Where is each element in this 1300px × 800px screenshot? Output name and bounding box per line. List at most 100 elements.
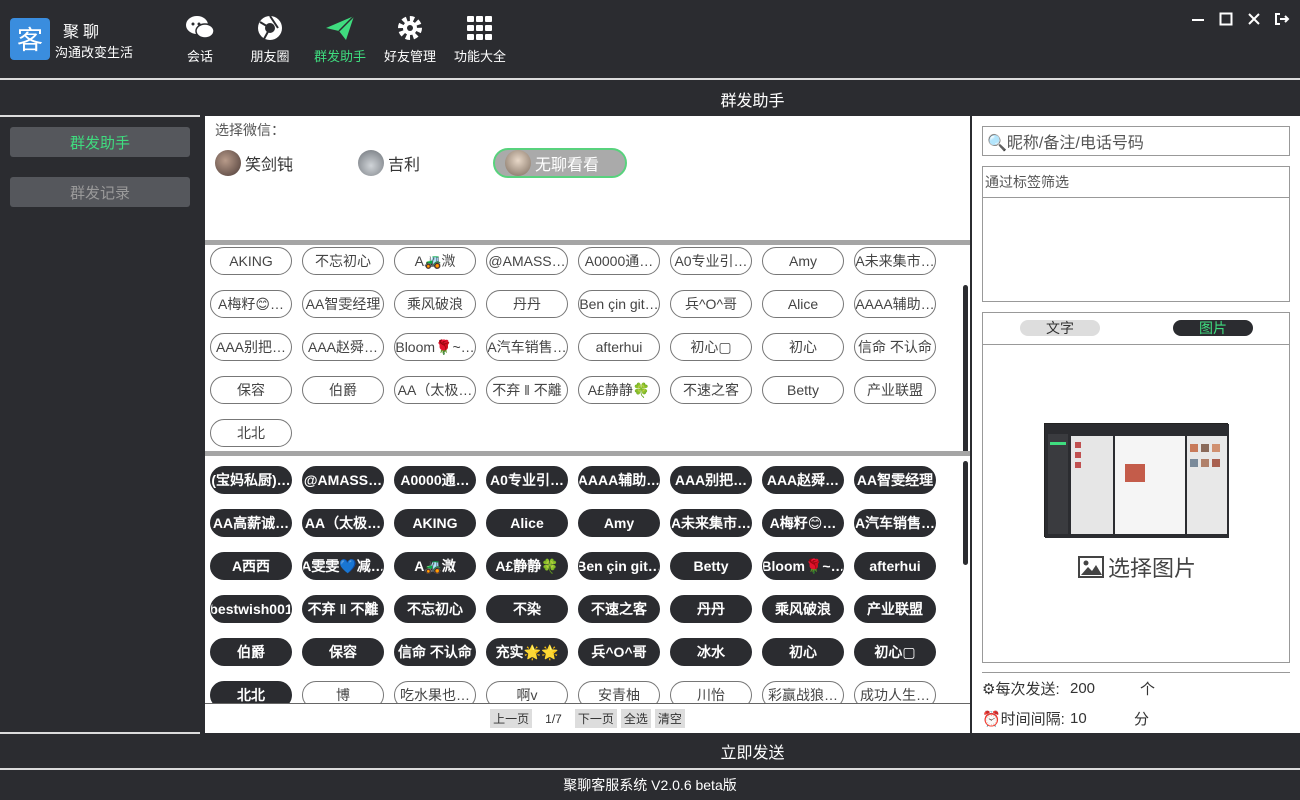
close-icon[interactable] [1246, 10, 1262, 28]
tag-filter-box[interactable]: 通过标签筛选 [982, 166, 1290, 302]
group-chip[interactable]: Amy [762, 247, 844, 275]
choose-image-button[interactable]: 选择图片 [983, 551, 1291, 583]
minimize-icon[interactable] [1190, 10, 1206, 28]
nav-features[interactable]: 功能大全 [445, 14, 515, 65]
group-chip[interactable]: Bloom🌹~… [394, 333, 476, 361]
group-chip[interactable]: AA（太极… [302, 509, 384, 537]
group-chip[interactable]: A🚜溦 [394, 552, 476, 580]
group-chip[interactable]: A雯雯💙减… [302, 552, 384, 580]
group-chip[interactable]: 不速之客 [670, 376, 752, 404]
group-chip[interactable]: Bloom🌹~… [762, 552, 844, 580]
group-chip[interactable]: 不速之客 [578, 595, 660, 623]
group-chip[interactable]: Alice [762, 290, 844, 318]
select-all-button[interactable]: 全选 [620, 709, 651, 728]
group-chip[interactable]: 初心▢ [670, 333, 752, 361]
group-chip[interactable]: 丹丹 [670, 595, 752, 623]
group-chip[interactable]: 初心 [762, 638, 844, 666]
group-chip[interactable]: bestwish001 [210, 595, 292, 623]
group-chip[interactable]: AA智雯经理 [302, 290, 384, 318]
group-chip[interactable]: A西西 [210, 552, 292, 580]
group-chip[interactable]: @AMASS… [486, 247, 568, 275]
group-chip[interactable]: Betty [762, 376, 844, 404]
per-send-input[interactable]: 200 [1070, 680, 1140, 697]
group-chip[interactable]: 保容 [302, 638, 384, 666]
group-chip[interactable]: AAA别把… [670, 466, 752, 494]
group-chip[interactable]: 信命 不认命 [394, 638, 476, 666]
group-chip[interactable]: Betty [670, 552, 752, 580]
group-chip[interactable]: A未来集市… [670, 509, 752, 537]
group-chip[interactable]: AAAA辅助… [578, 466, 660, 494]
group-chip[interactable]: Ben çin git… [578, 290, 660, 318]
group-chip[interactable]: @AMASS… [302, 466, 384, 494]
clear-button[interactable]: 清空 [654, 709, 685, 728]
group-chip[interactable]: A£静静🍀 [486, 552, 568, 580]
group-chip[interactable]: 成功人生… [854, 681, 936, 703]
group-chip[interactable]: 不弃 ‖ 不離 [302, 595, 384, 623]
group-chip[interactable]: Amy [578, 509, 660, 537]
group-chip[interactable]: A梅籽😊… [762, 509, 844, 537]
group-chip[interactable]: AKING [210, 247, 292, 275]
tab-text[interactable]: 文字 [1020, 320, 1100, 336]
group-chip[interactable]: 乘风破浪 [762, 595, 844, 623]
group-chip[interactable]: 吃水果也… [394, 681, 476, 703]
scrollbar[interactable] [963, 461, 968, 565]
group-chip[interactable]: A🚜溦 [394, 247, 476, 275]
group-chip[interactable]: 乘风破浪 [394, 290, 476, 318]
group-chip[interactable]: 博 [302, 681, 384, 703]
group-chip[interactable]: AAAA辅助… [854, 290, 936, 318]
group-chip[interactable]: 保容 [210, 376, 292, 404]
group-chip[interactable]: 啊v [486, 681, 568, 703]
send-now-button[interactable]: 立即发送 [205, 733, 1300, 768]
group-chip[interactable]: Ben çin git… [578, 552, 660, 580]
group-chip[interactable]: 初心▢ [854, 638, 936, 666]
group-chip[interactable]: AA（太极… [394, 376, 476, 404]
nav-friends[interactable]: 好友管理 [375, 14, 445, 65]
group-chip[interactable]: 产业联盟 [854, 595, 936, 623]
next-page-button[interactable]: 下一页 [574, 709, 617, 728]
sidebar-item-broadcast[interactable]: 群发助手 [10, 127, 190, 157]
group-chip[interactable]: A未来集市… [854, 247, 936, 275]
logout-icon[interactable] [1274, 10, 1290, 28]
group-chip[interactable]: A汽车销售… [486, 333, 568, 361]
group-chip[interactable]: 兵^O^哥 [670, 290, 752, 318]
group-chip[interactable]: 不染 [486, 595, 568, 623]
group-chip[interactable]: AKING [394, 509, 476, 537]
group-chip[interactable]: 川怡 [670, 681, 752, 703]
group-chip[interactable]: 冰水 [670, 638, 752, 666]
group-chip[interactable]: 丹丹 [486, 290, 568, 318]
group-chip[interactable]: 兵^O^哥 [578, 638, 660, 666]
group-chip[interactable]: 产业联盟 [854, 376, 936, 404]
group-chip[interactable]: 信命 不认命 [854, 333, 936, 361]
group-chip[interactable]: AA智雯经理 [854, 466, 936, 494]
group-chip[interactable]: 不忘初心 [394, 595, 476, 623]
sidebar-item-history[interactable]: 群发记录 [10, 177, 190, 207]
group-chip[interactable]: A0专业引… [670, 247, 752, 275]
group-chip[interactable]: (宝妈私厨)… [210, 466, 292, 494]
group-chip[interactable]: AA高薪诚… [210, 509, 292, 537]
group-chip[interactable]: AAA赵舜… [762, 466, 844, 494]
scrollbar[interactable] [963, 285, 968, 451]
nav-moments[interactable]: 朋友圈 [235, 14, 305, 65]
group-chip[interactable]: 初心 [762, 333, 844, 361]
maximize-icon[interactable] [1218, 10, 1234, 28]
group-chip[interactable]: A£静静🍀 [578, 376, 660, 404]
group-chip[interactable]: A汽车销售… [854, 509, 936, 537]
search-input[interactable]: 🔍昵称/备注/电话号码 [982, 126, 1290, 156]
group-chip[interactable]: 彩赢战狼… [762, 681, 844, 703]
group-chip[interactable]: 不忘初心 [302, 247, 384, 275]
group-chip[interactable]: afterhui [854, 552, 936, 580]
group-chip[interactable]: A0000通… [394, 466, 476, 494]
group-chip[interactable]: 北北 [210, 419, 292, 447]
group-chip[interactable]: 充实🌟🌟 [486, 638, 568, 666]
group-chip[interactable]: 伯爵 [210, 638, 292, 666]
group-chip[interactable]: 安青柚 [578, 681, 660, 703]
group-chip[interactable]: A0专业引… [486, 466, 568, 494]
prev-page-button[interactable]: 上一页 [490, 709, 533, 728]
wechat-account[interactable]: 吉利 [348, 148, 428, 178]
wechat-account-selected[interactable]: 无聊看看 [493, 148, 627, 178]
group-chip[interactable]: AAA别把… [210, 333, 292, 361]
group-chip[interactable]: AAA赵舜… [302, 333, 384, 361]
interval-input[interactable]: 10 [1070, 710, 1134, 727]
group-chip[interactable]: Alice [486, 509, 568, 537]
nav-broadcast[interactable]: 群发助手 [305, 14, 375, 65]
